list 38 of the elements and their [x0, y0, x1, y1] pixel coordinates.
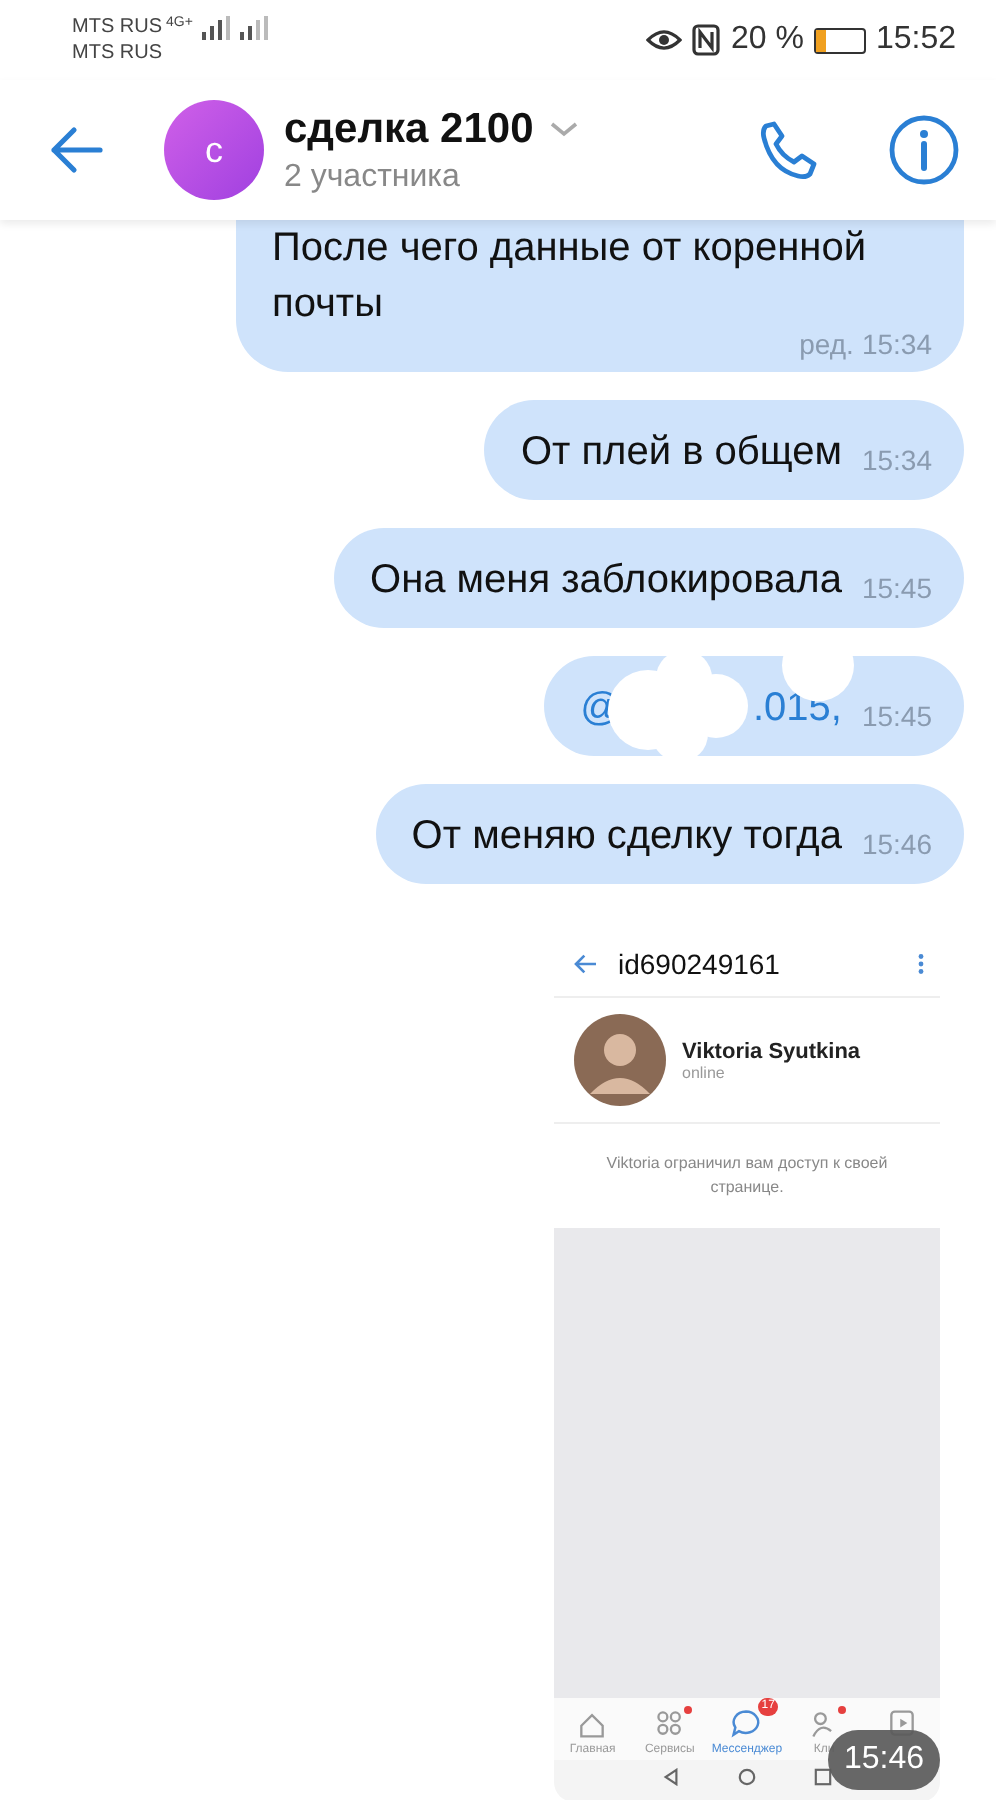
edited-label: ред. [799, 326, 854, 364]
profile-id: id690249161 [618, 948, 782, 980]
nav-icon [576, 1708, 609, 1740]
message-time: 15:46 [861, 826, 932, 864]
message-time: 15:34 [861, 326, 932, 364]
message-text: Она меня заблокировала [370, 558, 842, 602]
chat-title: сделка 2100 [284, 105, 534, 153]
phone-icon[interactable] [756, 118, 820, 182]
signal-icon [202, 15, 231, 39]
participants-count: 2 участника [284, 159, 462, 195]
battery-icon [813, 27, 866, 53]
back-arrow-icon[interactable] [48, 126, 104, 174]
message-time: 15:34 [861, 442, 932, 480]
nav-icon [730, 1708, 763, 1740]
chat-avatar: с [164, 100, 264, 200]
nfc-icon [692, 24, 721, 56]
carrier-name: MTS RUS [72, 40, 164, 66]
online-status: online [682, 1063, 727, 1081]
signal-icon [240, 15, 269, 39]
back-triangle-icon [662, 1768, 681, 1786]
nav-icon [653, 1708, 686, 1740]
access-notice: Viktoria ограничил вам доступ к своей странице. [604, 1152, 890, 1200]
more-icon [918, 952, 924, 976]
battery-percent: 20 % [730, 22, 804, 58]
profile-name: Viktoria Syutkina [682, 1039, 861, 1063]
carrier-name: MTS RUS [72, 14, 162, 40]
home-circle-icon [737, 1768, 756, 1786]
clock: 15:52 [875, 22, 956, 58]
eye-icon [646, 28, 683, 52]
back-arrow-icon [574, 954, 598, 974]
info-icon[interactable] [888, 114, 960, 186]
message-text: После чего данные от коренной почты [272, 224, 868, 330]
avatar [574, 1014, 666, 1106]
message-text: От меняю сделку тогда [411, 814, 842, 858]
message-text: От плей в общем [520, 430, 842, 474]
chevron-down-icon[interactable] [549, 121, 578, 137]
message-time: 15:45 [861, 570, 932, 608]
message-time: 15:45 [861, 698, 932, 736]
